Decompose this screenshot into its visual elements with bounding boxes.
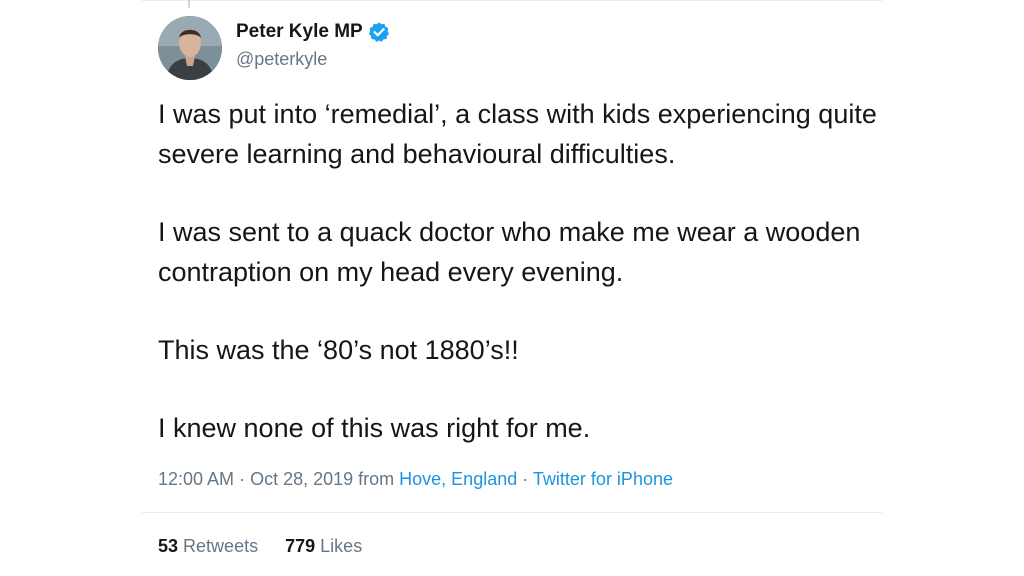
tweet-paragraph: I was sent to a quack doctor who make me…	[158, 217, 861, 287]
verified-badge-icon	[368, 21, 390, 43]
tweet-paragraph: I knew none of this was right for me.	[158, 413, 591, 443]
meta-separator: ·	[517, 469, 533, 489]
tweet-metadata: 12:00 AM · Oct 28, 2019 from Hove, Engla…	[158, 469, 673, 490]
tweet-paragraph: This was the ‘80’s not 1880’s!!	[158, 335, 519, 365]
stats-divider	[142, 512, 882, 513]
tweet-text: I was put into ‘remedial’, a class with …	[158, 94, 888, 486]
likes-count: 779	[285, 536, 316, 556]
author-handle[interactable]: @peterkyle	[236, 49, 327, 70]
tweet-date[interactable]: Oct 28, 2019	[250, 469, 353, 489]
retweets-count: 53	[158, 536, 179, 556]
tweet-card: Peter Kyle MP @peterkyle I was put into …	[142, 0, 882, 576]
author-display-name[interactable]: Peter Kyle MP	[236, 21, 363, 43]
tweet-time[interactable]: 12:00 AM	[158, 469, 234, 489]
tweet-paragraph: I was put into ‘remedial’, a class with …	[158, 99, 877, 169]
thread-connector	[188, 0, 190, 8]
retweets-label: Retweets	[183, 536, 259, 556]
meta-separator: ·	[234, 469, 251, 489]
tweet-source-link[interactable]: Twitter for iPhone	[533, 469, 673, 489]
avatar[interactable]	[158, 16, 222, 80]
top-divider	[142, 0, 882, 1]
meta-from-label: from	[353, 469, 400, 489]
likes-stat[interactable]: 779 Likes	[285, 536, 362, 556]
tweet-location-link[interactable]: Hove, England	[399, 469, 517, 489]
retweets-stat[interactable]: 53 Retweets	[158, 536, 258, 556]
tweet-stats: 53 Retweets 779 Likes	[158, 536, 384, 557]
likes-label: Likes	[320, 536, 363, 556]
author-name-row[interactable]: Peter Kyle MP	[236, 21, 390, 43]
